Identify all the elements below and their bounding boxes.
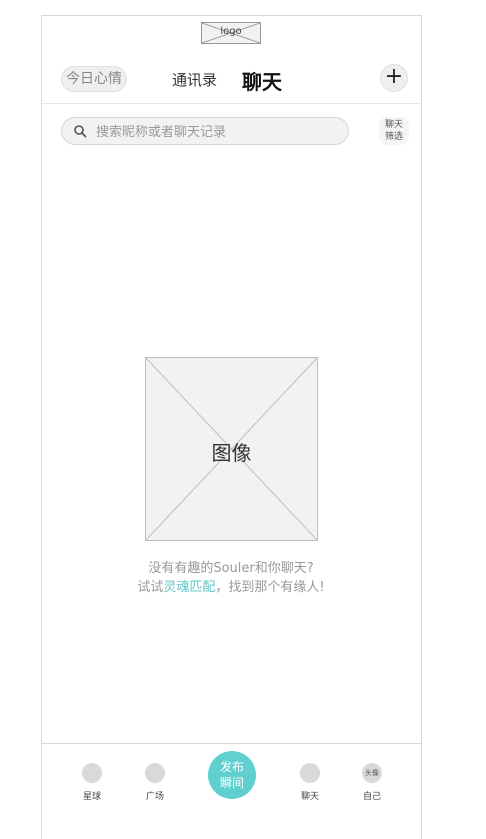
- nav-label-planet: 星球: [82, 792, 101, 802]
- logo-text: logo: [220, 26, 242, 37]
- header-divider: [42, 103, 421, 104]
- chat-icon: [300, 763, 320, 783]
- filter-label-line2: 筛选: [384, 132, 403, 142]
- search-icon: [74, 125, 87, 138]
- empty-state-line1: 没有有趣的Souler和你聊天?: [148, 561, 314, 576]
- nav-label-square: 广场: [145, 792, 164, 802]
- avatar: 头像: [362, 763, 382, 783]
- publish-line2: 瞬间: [219, 776, 244, 790]
- search-bar[interactable]: [61, 117, 349, 145]
- nav-item-self[interactable]: 头像 自己: [352, 763, 392, 802]
- square-icon: [145, 763, 165, 783]
- nav-label-chat: 聊天: [300, 792, 319, 802]
- filter-label-line1: 聊天: [384, 120, 403, 130]
- add-button[interactable]: +: [380, 64, 408, 92]
- empty-state-line2: 试试灵魂匹配，找到那个有缘人!: [100, 578, 362, 597]
- empty-state-image: 图像: [145, 357, 318, 541]
- bottom-nav-divider: [42, 743, 421, 744]
- today-mood-button[interactable]: 今日心情: [61, 66, 127, 92]
- chat-filter-button[interactable]: 聊天 筛选: [379, 117, 409, 145]
- search-input[interactable]: [94, 121, 338, 143]
- nav-item-planet[interactable]: 星球: [72, 763, 112, 802]
- nav-item-square[interactable]: 广场: [135, 763, 175, 802]
- tab-chat[interactable]: 聊天: [242, 66, 282, 95]
- logo-placeholder: logo: [201, 22, 261, 44]
- nav-item-chat[interactable]: 聊天: [290, 763, 330, 802]
- soul-match-link[interactable]: 灵魂匹配: [163, 580, 215, 595]
- nav-label-self: 自己: [362, 792, 381, 802]
- plus-icon: +: [384, 64, 404, 89]
- empty-state-prefix: 试试: [137, 580, 164, 595]
- image-label: 图像: [211, 441, 252, 465]
- publish-moment-button[interactable]: 发布 瞬间: [208, 751, 256, 799]
- tab-contacts[interactable]: 通讯录: [172, 69, 217, 90]
- publish-line1: 发布: [219, 760, 244, 774]
- empty-state-message: 没有有趣的Souler和你聊天? 试试灵魂匹配，找到那个有缘人!: [100, 559, 362, 597]
- planet-icon: [82, 763, 102, 783]
- empty-state-suffix: ，找到那个有缘人!: [215, 580, 325, 595]
